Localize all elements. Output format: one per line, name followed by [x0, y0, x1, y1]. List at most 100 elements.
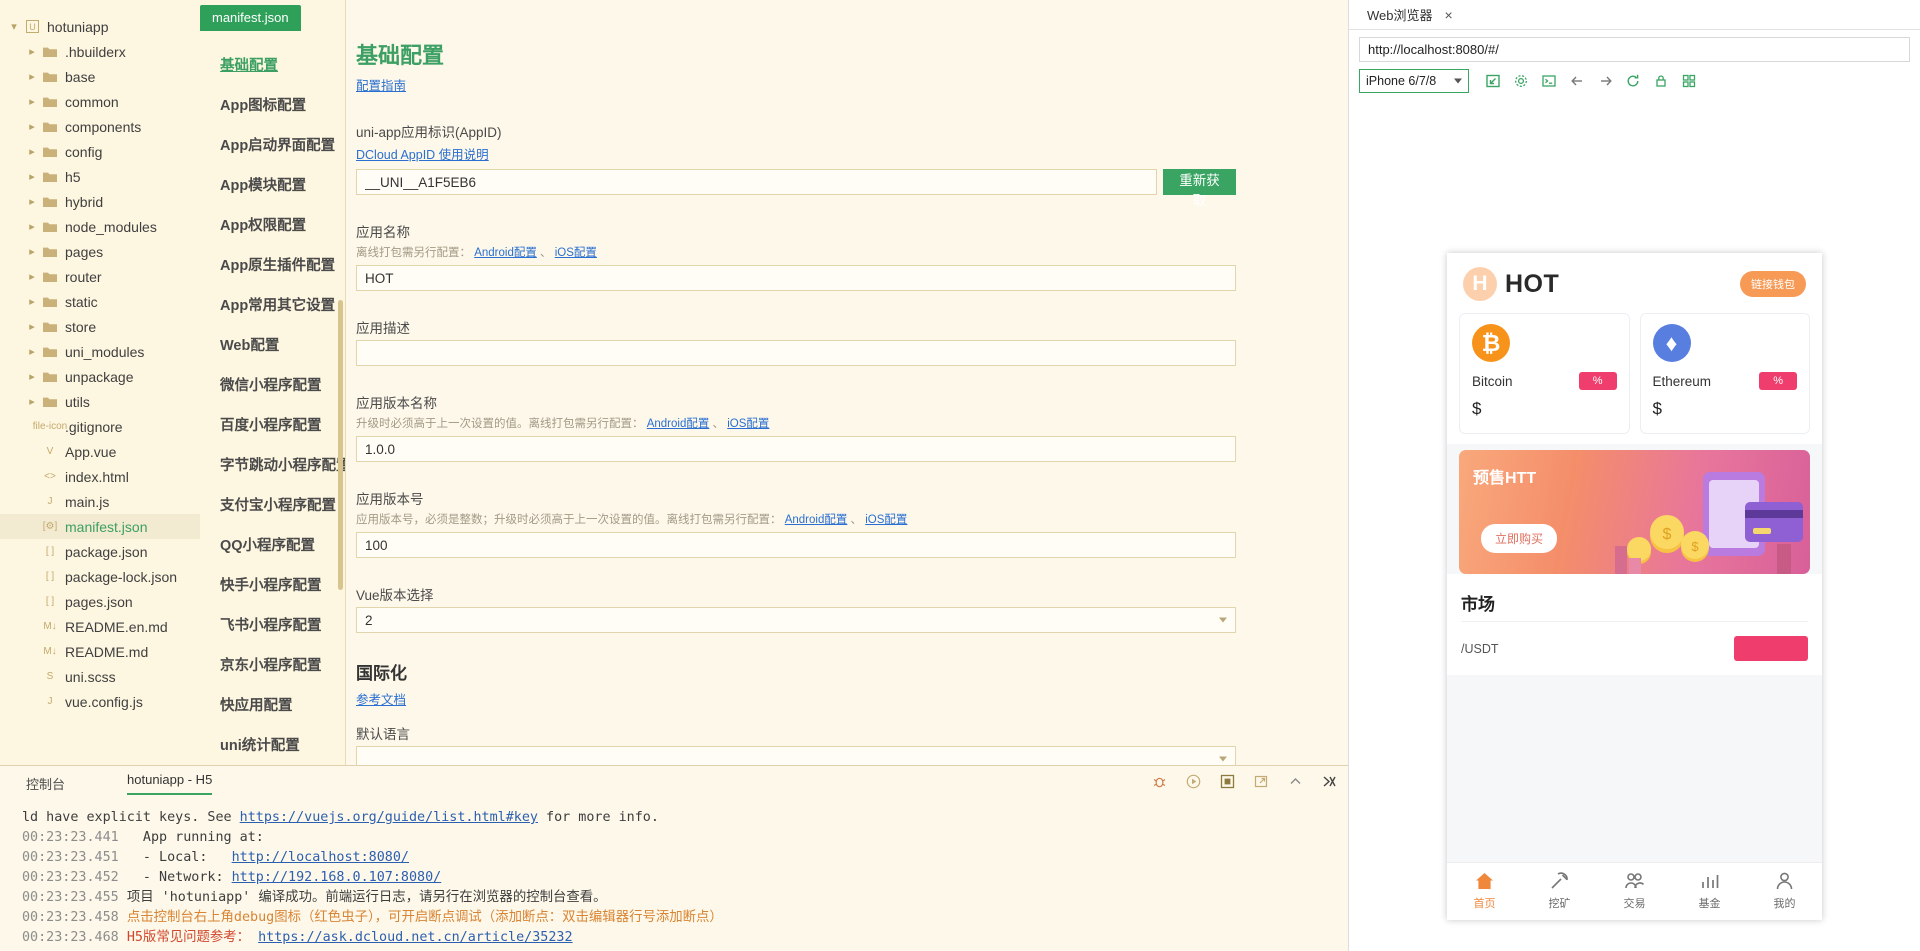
- preview-tab-首页[interactable]: 首页: [1447, 870, 1522, 911]
- tree-file-uni-scss[interactable]: Suni.scss: [0, 664, 200, 689]
- chevron-right-icon[interactable]: ▸: [24, 195, 40, 208]
- tree-folder-node-modules[interactable]: ▸node_modules: [0, 214, 200, 239]
- connect-wallet-button[interactable]: 链接钱包: [1740, 271, 1806, 297]
- chevron-right-icon[interactable]: ▸: [24, 120, 40, 133]
- tree-folder-router[interactable]: ▸router: [0, 264, 200, 289]
- chevron-right-icon[interactable]: ▸: [24, 70, 40, 83]
- popout-icon[interactable]: [1479, 70, 1507, 92]
- nav-item-1[interactable]: App图标配置: [200, 84, 345, 124]
- nav-item-11[interactable]: 支付宝小程序配置: [200, 484, 345, 524]
- ios-config-link[interactable]: iOS配置: [555, 247, 597, 259]
- coin-card-bitcoin[interactable]: ₿Bitcoin%$: [1459, 313, 1630, 434]
- tree-folder-common[interactable]: ▸common: [0, 89, 200, 114]
- android-config-link-2[interactable]: Android配置: [647, 418, 710, 430]
- tree-folder-uni-modules[interactable]: ▸uni_modules: [0, 339, 200, 364]
- nav-item-5[interactable]: App原生插件配置: [200, 244, 345, 284]
- nav-item-0[interactable]: 基础配置: [200, 44, 345, 84]
- nav-item-7[interactable]: Web配置: [200, 324, 345, 364]
- nav-item-14[interactable]: 飞书小程序配置: [200, 604, 345, 644]
- preview-tab-挖矿[interactable]: 挖矿: [1522, 870, 1597, 911]
- banner-buy-button[interactable]: 立即购买: [1481, 524, 1557, 553]
- tree-file-main-js[interactable]: Jmain.js: [0, 489, 200, 514]
- chevron-down-icon[interactable]: ▾: [6, 20, 22, 33]
- nav-item-12[interactable]: QQ小程序配置: [200, 524, 345, 564]
- ios-config-link-3[interactable]: iOS配置: [865, 514, 907, 526]
- nav-item-2[interactable]: App启动界面配置: [200, 124, 345, 164]
- tree-folder-unpackage[interactable]: ▸unpackage: [0, 364, 200, 389]
- chevron-right-icon[interactable]: ▸: [24, 220, 40, 233]
- chevron-right-icon[interactable]: ▸: [24, 245, 40, 258]
- reload-icon[interactable]: [1619, 70, 1647, 92]
- market-row[interactable]: /USDT: [1461, 621, 1808, 675]
- tree-file-readme-md[interactable]: M↓README.md: [0, 639, 200, 664]
- tree-folder-components[interactable]: ▸components: [0, 114, 200, 139]
- coin-card-ethereum[interactable]: ♦Ethereum%$: [1640, 313, 1811, 434]
- console-link[interactable]: http://localhost:8080/: [232, 850, 409, 865]
- nav-item-4[interactable]: App权限配置: [200, 204, 345, 244]
- refetch-appid-button[interactable]: 重新获取: [1163, 169, 1236, 195]
- chevron-right-icon[interactable]: ▸: [24, 395, 40, 408]
- bug-icon[interactable]: [1150, 772, 1168, 790]
- chevron-right-icon[interactable]: ▸: [24, 370, 40, 383]
- nav-scrollbar[interactable]: [338, 300, 343, 590]
- grid-icon[interactable]: [1675, 70, 1703, 92]
- forward-icon[interactable]: [1591, 70, 1619, 92]
- chevron-right-icon[interactable]: ▸: [24, 145, 40, 158]
- tree-folder-hybrid[interactable]: ▸hybrid: [0, 189, 200, 214]
- browser-url-input[interactable]: [1359, 37, 1910, 62]
- i18n-doc-link[interactable]: 参考文档: [356, 693, 406, 707]
- device-select[interactable]: iPhone 6/7/8: [1359, 69, 1469, 93]
- settings-icon[interactable]: [1507, 70, 1535, 92]
- console-link[interactable]: https://ask.dcloud.net.cn/article/35232: [258, 930, 572, 945]
- tree-file--gitignore[interactable]: file-icon.gitignore: [0, 414, 200, 439]
- nav-item-9[interactable]: 百度小程序配置: [200, 404, 345, 444]
- ios-config-link-2[interactable]: iOS配置: [727, 418, 769, 430]
- chevron-right-icon[interactable]: ▸: [24, 170, 40, 183]
- market-action-button[interactable]: [1734, 636, 1808, 661]
- close-icon[interactable]: ×: [1445, 8, 1453, 22]
- chevron-right-icon[interactable]: ▸: [24, 45, 40, 58]
- tree-file-manifest-json[interactable]: [⚙]manifest.json: [0, 514, 200, 539]
- console-tab-hotuniapp-h5[interactable]: hotuniapp - H5: [127, 772, 212, 795]
- chevron-right-icon[interactable]: ▸: [24, 95, 40, 108]
- chevron-right-icon[interactable]: ▸: [24, 270, 40, 283]
- nav-item-15[interactable]: 京东小程序配置: [200, 644, 345, 684]
- tree-file-package-json[interactable]: [ ]package.json: [0, 539, 200, 564]
- chevron-right-icon[interactable]: ▸: [24, 295, 40, 308]
- back-icon[interactable]: [1563, 70, 1591, 92]
- play-icon[interactable]: [1184, 772, 1202, 790]
- tree-folder-base[interactable]: ▸base: [0, 64, 200, 89]
- tree-folder-store[interactable]: ▸store: [0, 314, 200, 339]
- tree-file-app-vue[interactable]: VApp.vue: [0, 439, 200, 464]
- tab-manifest-json[interactable]: manifest.json: [200, 5, 301, 31]
- tree-folder--hbuilderx[interactable]: ▸.hbuilderx: [0, 39, 200, 64]
- nav-item-17[interactable]: uni统计配置: [200, 724, 345, 764]
- tree-file-package-lock-json[interactable]: [ ]package-lock.json: [0, 564, 200, 589]
- nav-item-16[interactable]: 快应用配置: [200, 684, 345, 724]
- console-link[interactable]: http://192.168.0.107:8080/: [232, 870, 442, 885]
- tree-folder-config[interactable]: ▸config: [0, 139, 200, 164]
- preview-tab-基金[interactable]: 基金: [1672, 870, 1747, 911]
- tree-file-index-html[interactable]: <>index.html: [0, 464, 200, 489]
- nav-item-8[interactable]: 微信小程序配置: [200, 364, 345, 404]
- nav-item-13[interactable]: 快手小程序配置: [200, 564, 345, 604]
- promo-banner[interactable]: 预售HTT 立即购买 $ $: [1459, 450, 1810, 574]
- chevron-right-icon[interactable]: ▸: [24, 320, 40, 333]
- appname-input[interactable]: [356, 265, 1236, 291]
- tree-folder-h5[interactable]: ▸h5: [0, 164, 200, 189]
- versioncode-input[interactable]: [356, 532, 1236, 558]
- tree-folder-static[interactable]: ▸static: [0, 289, 200, 314]
- config-guide-link[interactable]: 配置指南: [356, 79, 406, 93]
- versionname-input[interactable]: [356, 436, 1236, 462]
- browser-tab[interactable]: Web浏览器 ×: [1349, 0, 1467, 30]
- nav-item-3[interactable]: App模块配置: [200, 164, 345, 204]
- appdesc-input[interactable]: [356, 340, 1236, 366]
- export-icon[interactable]: [1252, 772, 1270, 790]
- vueversion-select[interactable]: 2: [356, 607, 1236, 633]
- chevron-right-icon[interactable]: ▸: [24, 345, 40, 358]
- collapse-icon[interactable]: [1286, 772, 1304, 790]
- android-config-link-3[interactable]: Android配置: [785, 514, 848, 526]
- tree-folder-utils[interactable]: ▸utils: [0, 389, 200, 414]
- tree-file-vue-config-js[interactable]: Jvue.config.js: [0, 689, 200, 714]
- stop-icon[interactable]: [1218, 772, 1236, 790]
